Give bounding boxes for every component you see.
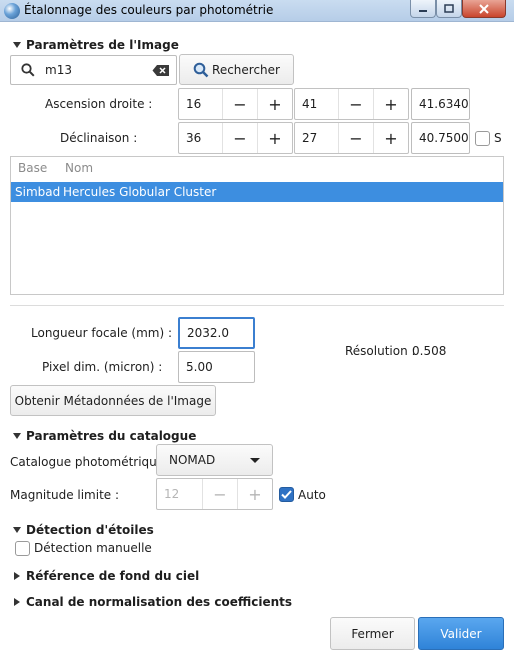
catalog-section-header[interactable]: Paramètres du catalogue xyxy=(13,429,196,443)
star-section-header[interactable]: Détection d'étoiles xyxy=(13,523,154,537)
star-section-title: Détection d'étoiles xyxy=(26,523,154,537)
app-icon xyxy=(4,3,20,19)
search-input[interactable]: m13 xyxy=(10,55,177,85)
row-base: Simbad xyxy=(15,185,61,199)
expand-icon xyxy=(14,572,20,580)
dec-minutes-decrement[interactable]: − xyxy=(338,123,373,153)
background-section-title: Référence de fond du ciel xyxy=(26,569,200,583)
ra-minutes-increment[interactable]: + xyxy=(373,89,408,119)
auto-magnitude-checkbox[interactable] xyxy=(279,487,294,502)
close-button[interactable]: Fermer xyxy=(330,617,415,650)
south-checkbox[interactable] xyxy=(475,131,490,146)
resolution-value: 0.508 xyxy=(412,344,447,358)
close-window-button[interactable] xyxy=(462,0,506,18)
search-button[interactable]: Rechercher xyxy=(179,54,294,85)
ra-seconds-input[interactable]: 41.6340 xyxy=(411,88,470,120)
magnitude-increment[interactable]: + xyxy=(237,479,272,509)
search-value: m13 xyxy=(45,63,72,77)
dec-minutes-increment[interactable]: + xyxy=(373,123,408,153)
normalization-section-title: Canal de normalisation des coefficients xyxy=(26,595,293,609)
ra-hours-stepper[interactable]: 16 − + xyxy=(178,88,293,120)
dec-seconds-input[interactable]: 40.7500 xyxy=(411,122,470,154)
dec-label: Déclinaison : xyxy=(60,131,138,145)
image-section-title: Paramètres de l'Image xyxy=(26,38,179,52)
dec-degrees-decrement[interactable]: − xyxy=(222,123,257,153)
search-icon xyxy=(193,62,209,77)
catalog-dropdown[interactable]: NOMAD xyxy=(156,444,273,476)
magnitude-value[interactable]: 12 xyxy=(157,479,202,509)
ra-hours-decrement[interactable]: − xyxy=(222,89,257,119)
dec-minutes-stepper[interactable]: 27 − + xyxy=(294,122,409,154)
window-title: Étalonnage des couleurs par photométrie xyxy=(24,3,274,17)
ra-hours-increment[interactable]: + xyxy=(257,89,292,119)
column-header-nom[interactable]: Nom xyxy=(65,157,93,179)
expand-icon xyxy=(13,433,21,439)
checkmark-icon xyxy=(281,490,292,499)
dec-minutes-value[interactable]: 27 xyxy=(295,123,338,153)
clear-icon[interactable] xyxy=(152,64,170,77)
dec-degrees-increment[interactable]: + xyxy=(257,123,292,153)
search-button-label: Rechercher xyxy=(212,62,280,77)
ra-minutes-decrement[interactable]: − xyxy=(338,89,373,119)
minimize-icon xyxy=(419,9,427,12)
close-icon xyxy=(479,3,489,14)
expand-icon xyxy=(13,527,21,533)
search-icon xyxy=(21,63,35,77)
separator xyxy=(10,305,504,306)
auto-label: Auto xyxy=(298,488,326,502)
ra-minutes-stepper[interactable]: 41 − + xyxy=(294,88,409,120)
manual-detection-label: Détection manuelle xyxy=(34,541,152,555)
ra-label: Ascension droite : xyxy=(45,97,153,111)
dec-degrees-value[interactable]: 36 xyxy=(179,123,222,153)
manual-detection-checkbox[interactable] xyxy=(15,541,30,556)
ra-minutes-value[interactable]: 41 xyxy=(295,89,338,119)
results-table[interactable]: Base Nom Simbad Hercules Globular Cluste… xyxy=(10,156,504,295)
validate-button[interactable]: Valider xyxy=(418,617,504,650)
expand-icon xyxy=(13,42,21,48)
focal-length-input[interactable]: 2032.0 xyxy=(178,317,255,349)
catalog-section-title: Paramètres du catalogue xyxy=(26,429,197,443)
image-section-header[interactable]: Paramètres de l'Image xyxy=(13,38,179,52)
ra-hours-value[interactable]: 16 xyxy=(179,89,222,119)
maximize-button[interactable] xyxy=(436,0,462,18)
south-label: S xyxy=(494,131,502,145)
chevron-down-icon xyxy=(250,458,260,463)
normalization-section-header[interactable]: Canal de normalisation des coefficients xyxy=(13,595,292,609)
dec-degrees-stepper[interactable]: 36 − + xyxy=(178,122,293,154)
magnitude-stepper[interactable]: 12 − + xyxy=(156,478,273,510)
table-row[interactable]: Simbad Hercules Globular Cluster xyxy=(11,182,503,202)
maximize-icon xyxy=(444,4,454,13)
focal-length-label: Longueur focale (mm) : xyxy=(31,326,173,340)
background-section-header[interactable]: Référence de fond du ciel xyxy=(13,569,199,583)
expand-icon xyxy=(14,598,20,606)
resolution-label: Résolution : xyxy=(345,344,416,358)
pixel-size-input[interactable]: 5.00 xyxy=(178,351,255,383)
get-metadata-button[interactable]: Obtenir Métadonnées de l'Image xyxy=(10,385,216,416)
magnitude-label: Magnitude limite : xyxy=(10,488,120,502)
column-header-base[interactable]: Base xyxy=(18,157,47,179)
catalog-label: Catalogue photométrique : xyxy=(10,455,173,469)
catalog-value: NOMAD xyxy=(169,453,216,467)
minimize-button[interactable] xyxy=(410,0,436,18)
magnitude-decrement[interactable]: − xyxy=(202,479,237,509)
row-name: Hercules Globular Cluster xyxy=(63,185,217,199)
pixel-size-label: Pixel dim. (micron) : xyxy=(42,360,163,374)
